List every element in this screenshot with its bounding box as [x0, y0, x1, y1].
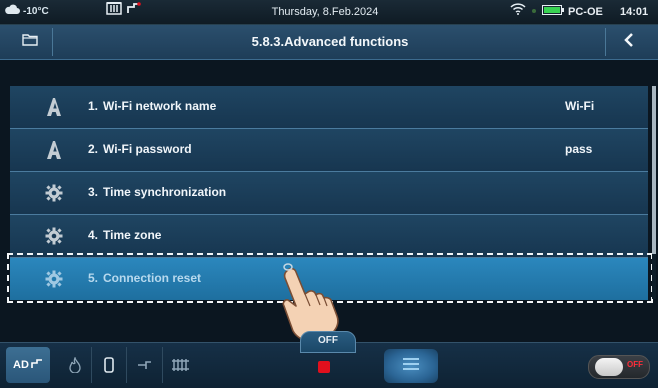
- scrollbar[interactable]: [652, 86, 656, 299]
- toggle-state-label: OFF: [627, 360, 643, 369]
- scrollbar-thumb[interactable]: [652, 86, 656, 254]
- stop-button[interactable]: [318, 361, 330, 373]
- boiler-icon: [106, 0, 122, 24]
- chevron-left-icon: [623, 32, 635, 53]
- letter-a-icon: [43, 95, 65, 119]
- menu-item-time-synchronization[interactable]: 3. Time synchronization: [10, 172, 648, 215]
- tap-icon[interactable]: [134, 353, 156, 377]
- menu-item-label: Connection reset: [103, 271, 202, 285]
- page-title: 5.8.3.Advanced functions: [251, 34, 409, 49]
- gear-icon: [43, 267, 65, 291]
- letter-a-icon: [43, 138, 65, 162]
- menu-item-label: Time synchronization: [103, 185, 227, 199]
- menu-item-number: 5.: [88, 271, 99, 285]
- main-menu-button[interactable]: [384, 349, 438, 383]
- folder-icon: [22, 33, 38, 51]
- menu-item-label: Wi-Fi network name: [103, 99, 217, 113]
- device-name: PC-OE: [568, 6, 603, 18]
- burner-state-tab: OFF: [300, 331, 356, 353]
- mode-label: AD: [13, 359, 29, 371]
- title-bar: 5.8.3.Advanced functions: [0, 25, 658, 60]
- menu-lines-icon: [402, 357, 420, 376]
- tap-icon: [126, 0, 142, 24]
- device-status-icons: [106, 0, 142, 24]
- status-bar: -10°C Thursday, 8.Feb.2024 PC-OE 14:01: [0, 0, 658, 25]
- menu-item-label: Time zone: [103, 228, 162, 242]
- outdoor-temperature: -10°C: [23, 6, 49, 17]
- flame-icon[interactable]: [64, 353, 86, 377]
- menu-item-time-zone[interactable]: 4. Time zone: [10, 215, 648, 258]
- radiator-icon[interactable]: [170, 353, 192, 377]
- divider: [162, 347, 163, 383]
- menu-item-number: 3.: [88, 185, 99, 199]
- menu-item-number: 2.: [88, 142, 99, 156]
- power-toggle[interactable]: OFF: [588, 355, 650, 379]
- menu-item-value: Wi-Fi: [565, 99, 595, 113]
- menu-item-label: Wi-Fi password: [103, 142, 192, 156]
- menu-item-number: 4.: [88, 228, 99, 242]
- wifi-icon: [510, 0, 526, 24]
- gear-icon: [43, 224, 65, 248]
- toggle-knob: [595, 358, 623, 376]
- connection-status: PC-OE: [510, 0, 603, 24]
- mode-button[interactable]: AD: [6, 347, 50, 383]
- tank-icon[interactable]: [98, 353, 120, 377]
- bottom-bar: AD OFF OFF: [0, 331, 658, 388]
- back-button[interactable]: [605, 28, 652, 56]
- battery-icon: [542, 0, 564, 24]
- folder-button[interactable]: [8, 28, 53, 56]
- tap-icon: [31, 358, 43, 372]
- menu-item-number: 1.: [88, 99, 99, 113]
- hand-pointer-icon: [266, 258, 356, 342]
- menu-item-value: pass: [565, 142, 593, 156]
- cloud-icon: [4, 0, 20, 24]
- signal-dot-icon: [530, 0, 538, 24]
- gear-icon: [43, 181, 65, 205]
- weather-indicator: -10°C: [4, 0, 49, 24]
- menu-item-wifi-password[interactable]: 2. Wi-Fi password pass: [10, 129, 648, 172]
- clock-time: 14:01: [620, 6, 649, 18]
- divider: [126, 347, 127, 383]
- menu-item-wifi-network-name[interactable]: 1. Wi-Fi network name Wi-Fi: [10, 86, 648, 129]
- date-display: Thursday, 8.Feb.2024: [271, 6, 379, 18]
- divider: [91, 347, 92, 383]
